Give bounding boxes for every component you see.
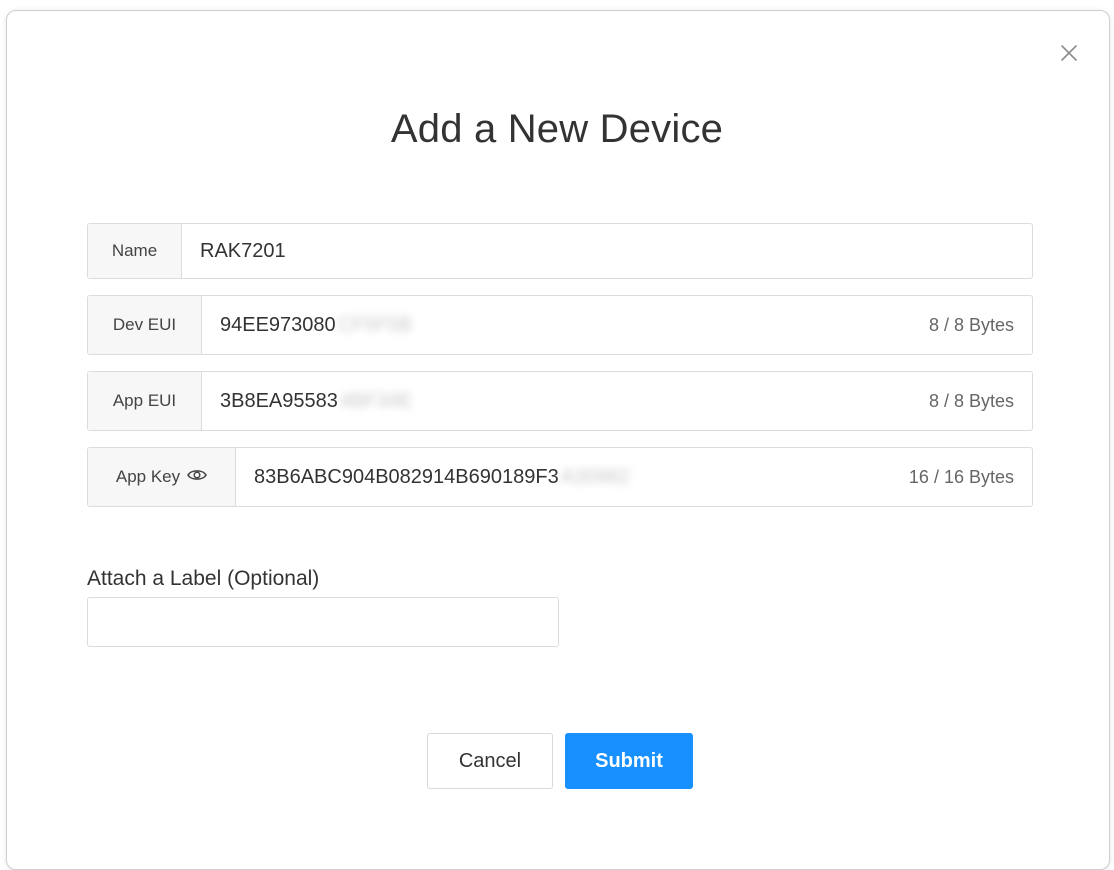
dev-eui-input[interactable]: 94EE973080 CF5F5B <box>202 296 929 354</box>
dev-eui-label: Dev EUI <box>88 296 202 354</box>
app-eui-label: App EUI <box>88 372 202 430</box>
app-eui-masked: 4BF34E <box>339 389 413 412</box>
app-key-value: 83B6ABC904B082914B690189F3 <box>254 465 559 488</box>
modal-title: Add a New Device <box>390 107 724 151</box>
label-input[interactable] <box>87 597 559 647</box>
app-key-input[interactable]: 83B6ABC904B082914B690189F3 A30982 <box>236 448 909 506</box>
app-eui-value: 3B8EA95583 <box>220 389 338 412</box>
dev-eui-value: 94EE973080 <box>220 313 336 336</box>
eye-icon[interactable] <box>187 467 207 487</box>
dev-eui-field-group: Dev EUI 94EE973080 CF5F5B 8 / 8 Bytes <box>87 295 1033 355</box>
app-key-field-group: App Key 83B6ABC904B082914B690189F3 A30982… <box>87 447 1033 507</box>
label-heading: Attach a Label (Optional) <box>87 567 320 590</box>
submit-button[interactable]: Submit <box>565 733 693 789</box>
app-key-masked: A30982 <box>560 465 630 488</box>
dev-eui-masked: CF5F5B <box>337 313 413 336</box>
add-device-modal: Add a New Device Name RAK7201 Dev EUI 94… <box>6 10 1110 870</box>
close-button[interactable] <box>1057 41 1081 65</box>
app-key-byte-count: 16 / 16 Bytes <box>908 466 1014 487</box>
cancel-button[interactable]: Cancel <box>427 733 553 789</box>
name-label: Name <box>88 224 182 278</box>
name-input[interactable]: RAK7201 <box>182 224 1032 278</box>
dev-eui-byte-count: 8 / 8 Bytes <box>928 314 1014 335</box>
close-icon <box>1061 45 1077 61</box>
app-eui-byte-count: 8 / 8 Bytes <box>928 390 1014 411</box>
name-value: RAK7201 <box>200 239 286 262</box>
app-key-label: App Key <box>115 467 181 486</box>
app-eui-input[interactable]: 3B8EA95583 4BF34E <box>202 372 929 430</box>
app-eui-field-group: App EUI 3B8EA95583 4BF34E 8 / 8 Bytes <box>87 371 1033 431</box>
app-key-addon: App Key <box>88 448 236 506</box>
name-field-group: Name RAK7201 <box>87 223 1033 279</box>
